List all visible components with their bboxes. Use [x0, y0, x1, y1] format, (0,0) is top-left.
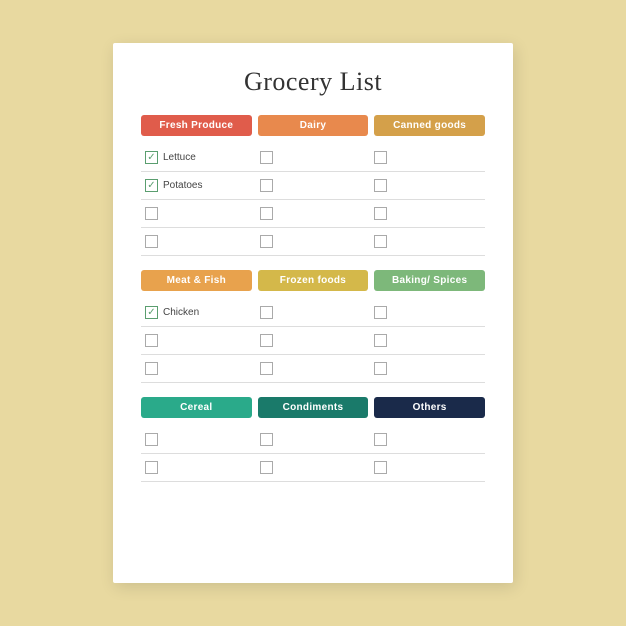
item-col-3-1: [141, 426, 256, 482]
checkbox[interactable]: [374, 433, 387, 446]
checkbox[interactable]: [145, 362, 158, 375]
list-item[interactable]: [256, 172, 371, 200]
list-item[interactable]: [370, 426, 485, 454]
checkbox[interactable]: [374, 362, 387, 375]
page-title: Grocery List: [141, 67, 485, 97]
checkbox[interactable]: [374, 151, 387, 164]
grocery-list-paper: Grocery List Fresh Produce DairyCanned go…: [113, 43, 513, 583]
checkbox[interactable]: [374, 179, 387, 192]
item-col-2-2: [256, 299, 371, 383]
checkbox[interactable]: [145, 207, 158, 220]
items-grid-2: ✓ Chicken: [141, 299, 485, 383]
checkbox[interactable]: [260, 179, 273, 192]
checkbox[interactable]: [145, 433, 158, 446]
list-item[interactable]: ✓ Potatoes: [141, 172, 256, 200]
item-col-3-3: [370, 426, 485, 482]
list-item[interactable]: [256, 200, 371, 228]
list-item[interactable]: [256, 299, 371, 327]
list-item[interactable]: ✓ Lettuce: [141, 144, 256, 172]
category-badge-2-1: Meat & Fish: [141, 270, 252, 291]
list-item[interactable]: [370, 200, 485, 228]
item-col-3-2: [256, 426, 371, 482]
checkbox[interactable]: [260, 306, 273, 319]
category-badge-3-1: Cereal: [141, 397, 252, 418]
checkbox[interactable]: [145, 461, 158, 474]
items-grid-3: [141, 426, 485, 482]
section-2: Meat & Fish Frozen foodsBaking/ Spices ✓ Ch…: [141, 270, 485, 383]
checkbox[interactable]: [145, 235, 158, 248]
list-item[interactable]: [256, 228, 371, 256]
item-label: Potatoes: [163, 180, 202, 191]
item-col-2-1: ✓ Chicken: [141, 299, 256, 383]
category-badge-2-3: Baking/ Spices: [374, 270, 485, 291]
checkbox[interactable]: [260, 433, 273, 446]
category-badge-1-3: Canned goods: [374, 115, 485, 136]
checkbox[interactable]: ✓: [145, 306, 158, 319]
list-item[interactable]: [370, 144, 485, 172]
checkbox[interactable]: [260, 362, 273, 375]
list-item[interactable]: [370, 228, 485, 256]
checkbox[interactable]: [260, 461, 273, 474]
list-item[interactable]: [370, 327, 485, 355]
list-item[interactable]: [370, 454, 485, 482]
checkbox[interactable]: [374, 334, 387, 347]
list-item[interactable]: [141, 454, 256, 482]
items-grid-1: ✓ Lettuce ✓ Potatoes: [141, 144, 485, 256]
list-item[interactable]: [141, 426, 256, 454]
item-col-1-1: ✓ Lettuce ✓ Potatoes: [141, 144, 256, 256]
list-item[interactable]: [256, 454, 371, 482]
list-item[interactable]: [141, 228, 256, 256]
checkbox[interactable]: ✓: [145, 151, 158, 164]
section-3: Cereal CondimentsOthers: [141, 397, 485, 482]
checkmark-icon: ✓: [147, 153, 155, 163]
checkbox[interactable]: [374, 207, 387, 220]
checkbox[interactable]: [260, 207, 273, 220]
section-1: Fresh Produce DairyCanned goods ✓ Lettuce ✓ P…: [141, 115, 485, 256]
list-item[interactable]: [141, 200, 256, 228]
list-item[interactable]: [370, 355, 485, 383]
category-row-2: Meat & Fish Frozen foodsBaking/ Spices: [141, 270, 485, 291]
list-item[interactable]: [141, 327, 256, 355]
checkbox[interactable]: [374, 306, 387, 319]
list-item[interactable]: [256, 144, 371, 172]
checkbox[interactable]: ✓: [145, 179, 158, 192]
category-badge-1-2: Dairy: [258, 115, 369, 136]
checkbox[interactable]: [260, 235, 273, 248]
item-col-1-2: [256, 144, 371, 256]
list-item[interactable]: [256, 355, 371, 383]
checkmark-icon: ✓: [147, 181, 155, 191]
checkmark-icon: ✓: [147, 308, 155, 318]
category-badge-3-2: Condiments: [258, 397, 369, 418]
checkbox[interactable]: [145, 334, 158, 347]
list-item[interactable]: [256, 426, 371, 454]
item-label: Lettuce: [163, 152, 196, 163]
list-item[interactable]: [370, 172, 485, 200]
category-badge-3-3: Others: [374, 397, 485, 418]
list-item[interactable]: ✓ Chicken: [141, 299, 256, 327]
item-col-2-3: [370, 299, 485, 383]
list-item[interactable]: [370, 299, 485, 327]
checkbox[interactable]: [374, 235, 387, 248]
category-badge-1-1: Fresh Produce: [141, 115, 252, 136]
checkbox[interactable]: [374, 461, 387, 474]
item-label: Chicken: [163, 307, 199, 318]
list-item[interactable]: [256, 327, 371, 355]
checkbox[interactable]: [260, 334, 273, 347]
category-badge-2-2: Frozen foods: [258, 270, 369, 291]
checkbox[interactable]: [260, 151, 273, 164]
list-item[interactable]: [141, 355, 256, 383]
category-row-3: Cereal CondimentsOthers: [141, 397, 485, 418]
item-col-1-3: [370, 144, 485, 256]
category-row-1: Fresh Produce DairyCanned goods: [141, 115, 485, 136]
